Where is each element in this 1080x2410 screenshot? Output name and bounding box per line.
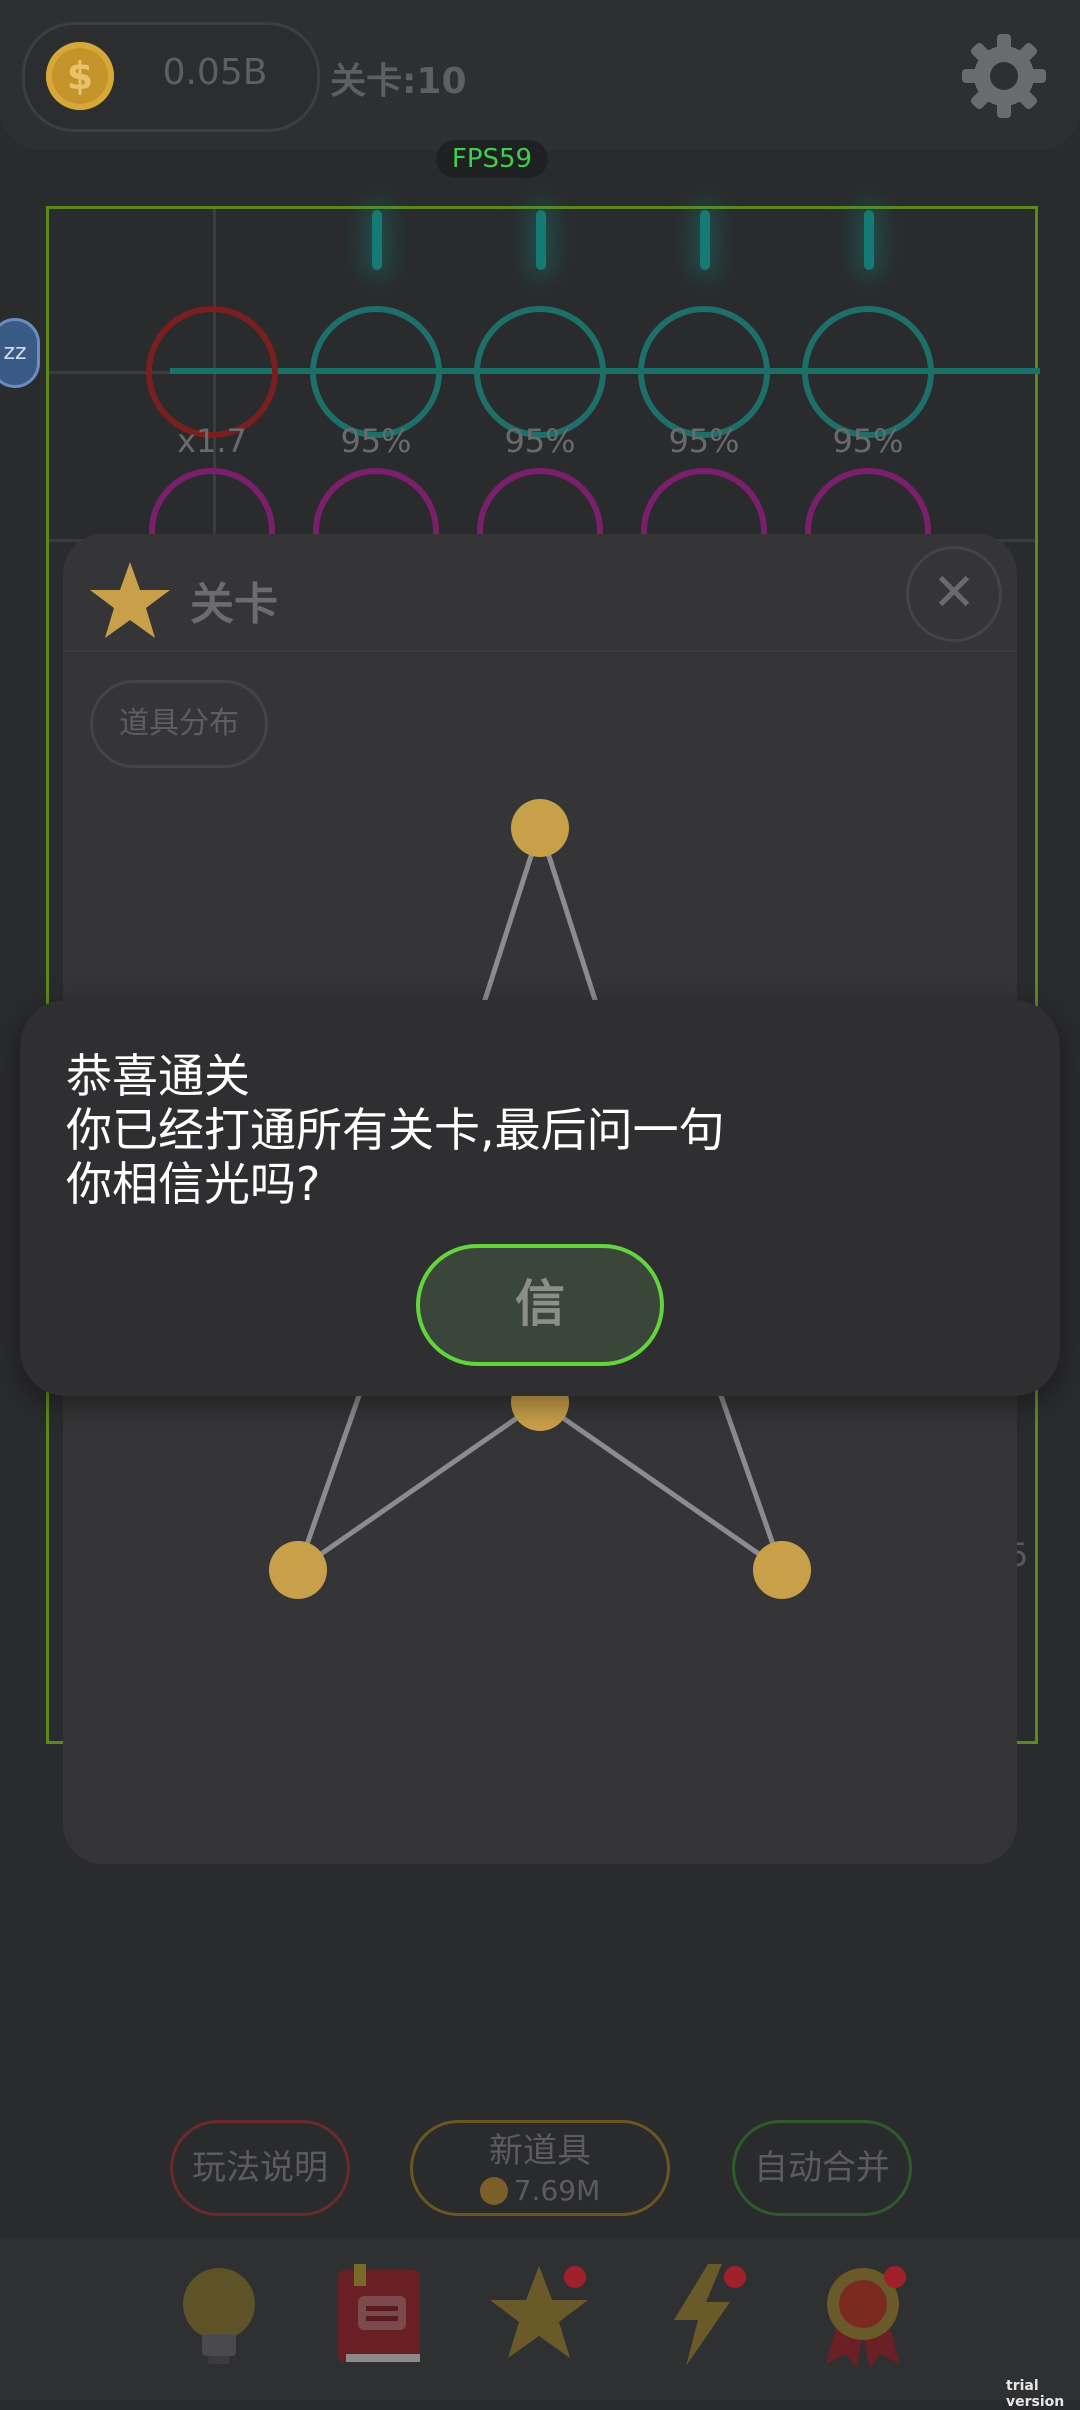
close-button[interactable]: ✕ bbox=[906, 546, 1002, 642]
trial-watermark: trial version bbox=[1006, 2378, 1065, 2410]
level-indicator: 关卡:10 bbox=[330, 61, 467, 102]
prism-unit[interactable] bbox=[474, 306, 606, 438]
level-node bbox=[269, 1541, 327, 1599]
coin-icon: $ bbox=[46, 42, 114, 110]
star-icon bbox=[90, 562, 170, 638]
prism-unit[interactable] bbox=[638, 306, 770, 438]
sleep-badge[interactable]: zz bbox=[0, 318, 40, 388]
unit-label: x1.7 bbox=[177, 422, 247, 460]
unit-label: 95% bbox=[668, 422, 740, 460]
level-node bbox=[511, 799, 569, 857]
lightbulb-icon[interactable] bbox=[164, 2260, 274, 2370]
notification-dot bbox=[564, 2266, 586, 2288]
prism-unit[interactable] bbox=[802, 306, 934, 438]
unit-label: 95% bbox=[832, 422, 904, 460]
level-node bbox=[753, 1541, 811, 1599]
how-to-play-button[interactable]: 玩法说明 bbox=[170, 2120, 350, 2216]
dialog-question: 你相信光吗? bbox=[66, 1157, 321, 1211]
laser-glow bbox=[372, 210, 382, 270]
money-value: 0.05B bbox=[162, 52, 268, 93]
laser-glow bbox=[536, 210, 546, 270]
laser-glow bbox=[700, 210, 710, 270]
new-item-label: 新道具 bbox=[489, 2131, 591, 2171]
level-panel-title: 关卡 bbox=[190, 579, 278, 630]
new-item-button[interactable]: 新道具 7.69M bbox=[410, 2120, 670, 2216]
new-item-price: 7.69M bbox=[413, 2173, 667, 2209]
fps-counter: FPS59 bbox=[436, 140, 548, 178]
unit-label: 95% bbox=[340, 422, 412, 460]
believe-button[interactable]: 信 bbox=[416, 1244, 664, 1366]
prism-unit[interactable] bbox=[310, 306, 442, 438]
laser-glow bbox=[864, 210, 874, 270]
multiplier-unit[interactable] bbox=[146, 306, 278, 438]
book-icon[interactable] bbox=[324, 2260, 434, 2370]
coin-icon bbox=[479, 2177, 508, 2205]
auto-merge-button[interactable]: 自动合并 bbox=[732, 2120, 912, 2216]
notification-dot bbox=[884, 2266, 906, 2288]
unit-label: 95% bbox=[504, 422, 576, 460]
gear-icon[interactable] bbox=[958, 30, 1050, 122]
notification-dot bbox=[724, 2266, 746, 2288]
